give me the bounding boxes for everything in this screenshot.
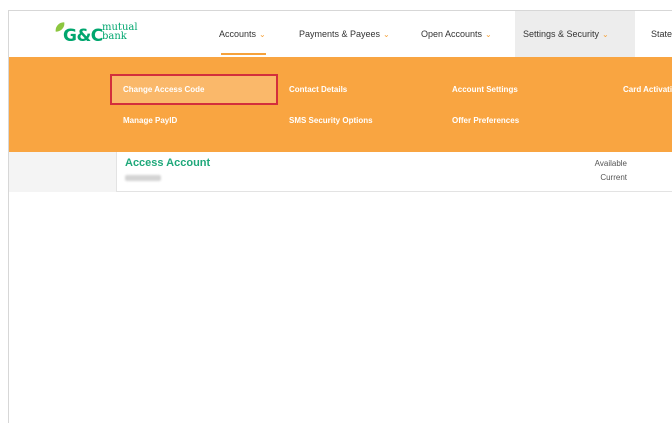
account-number-masked — [125, 175, 161, 181]
available-label: Available — [594, 159, 627, 168]
menu-item-change-access-code[interactable]: Change Access Code — [123, 85, 205, 94]
nav-settings-label: Settings & Security — [523, 29, 600, 39]
nav-payments-payees[interactable]: Payments & Payees ⌄ — [299, 11, 390, 57]
chevron-down-icon: ⌄ — [602, 29, 609, 39]
nav-statements-label: State — [651, 29, 672, 39]
account-card[interactable]: Access Account Available Current — [116, 152, 672, 192]
current-label: Current — [600, 173, 627, 182]
menu-item-contact-details[interactable]: Contact Details — [289, 85, 347, 94]
app-window: G&C mutual bank Accounts ⌄ Payments & Pa… — [8, 10, 672, 423]
chevron-down-icon: ⌄ — [485, 29, 492, 39]
nav-settings-security[interactable]: Settings & Security ⌄ — [515, 11, 635, 57]
menu-item-manage-payid[interactable]: Manage PayID — [123, 116, 177, 125]
nav-accounts-label: Accounts — [219, 29, 257, 39]
menu-item-sms-security-options[interactable]: SMS Security Options — [289, 116, 373, 125]
nav-payments-label: Payments & Payees — [299, 29, 381, 39]
main-content: Access Account Available Current — [9, 152, 672, 423]
nav-open-accounts[interactable]: Open Accounts ⌄ — [421, 11, 492, 57]
logo-sub-text: mutual bank — [102, 23, 142, 42]
chevron-down-icon: ⌄ — [259, 29, 266, 39]
menu-item-account-settings[interactable]: Account Settings — [452, 85, 518, 94]
chevron-down-icon: ⌄ — [383, 29, 390, 39]
menu-item-card-activation[interactable]: Card Activatio — [623, 85, 672, 94]
nav-statements[interactable]: State — [651, 11, 672, 57]
menu-item-offer-preferences[interactable]: Offer Preferences — [452, 116, 519, 125]
settings-dropdown-menu: Change Access Code Contact Details Accou… — [9, 57, 672, 152]
bank-logo[interactable]: G&C mutual bank — [54, 22, 165, 47]
logo-main-text: G&C — [63, 26, 103, 46]
nav-open-accounts-label: Open Accounts — [421, 29, 483, 39]
left-column — [9, 152, 116, 192]
account-name[interactable]: Access Account — [125, 157, 210, 169]
top-header: G&C mutual bank Accounts ⌄ Payments & Pa… — [9, 11, 672, 57]
nav-accounts[interactable]: Accounts ⌄ — [219, 11, 266, 57]
active-nav-underline — [221, 53, 266, 55]
logo-sub-line-2: bank — [102, 31, 127, 42]
